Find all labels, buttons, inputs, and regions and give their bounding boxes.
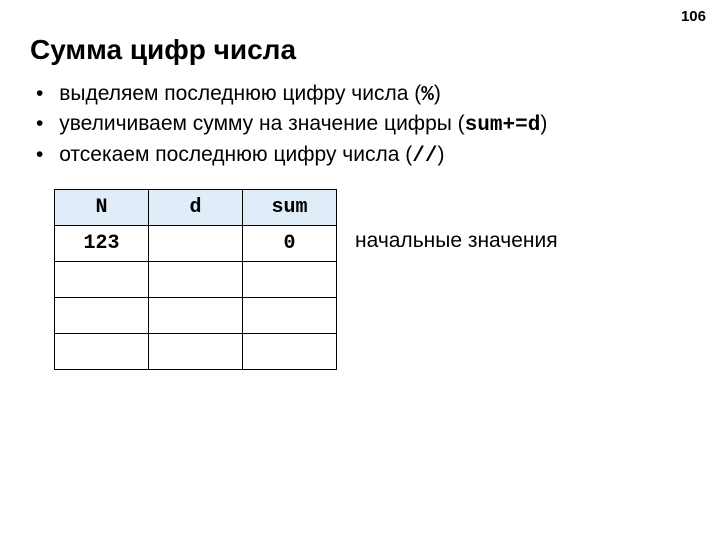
table-cell <box>243 262 337 298</box>
table-header-row: N d sum <box>55 190 337 226</box>
bullet-list: выделяем последнюю цифру числа (%) увели… <box>36 80 690 171</box>
table-cell <box>149 298 243 334</box>
table-cell <box>243 334 337 370</box>
table-row <box>55 298 337 334</box>
table-header: N <box>55 190 149 226</box>
table-cell <box>55 298 149 334</box>
slide-title: Сумма цифр числа <box>30 34 690 66</box>
bullet-item: выделяем последнюю цифру числа (%) <box>36 80 690 110</box>
page-number: 106 <box>681 8 706 25</box>
content-row: N d sum 123 0 <box>54 189 690 370</box>
table-cell <box>149 262 243 298</box>
table-header: sum <box>243 190 337 226</box>
bullet-tail: ) <box>434 82 441 105</box>
bullet-text: отсекаем последнюю цифру числа ( <box>59 143 412 166</box>
side-label: начальные значения <box>355 189 558 253</box>
table-row <box>55 262 337 298</box>
table-cell <box>149 226 243 262</box>
slide: 106 Сумма цифр числа выделяем последнюю … <box>0 0 720 540</box>
bullet-item: увеличиваем сумму на значение цифры (sum… <box>36 110 690 140</box>
table-cell <box>55 334 149 370</box>
table-row: 123 0 <box>55 226 337 262</box>
bullet-tail: ) <box>437 143 444 166</box>
table-cell <box>55 262 149 298</box>
bullet-text: выделяем последнюю цифру числа ( <box>59 82 421 105</box>
table-cell <box>149 334 243 370</box>
table-cell <box>243 298 337 334</box>
table-cell: 123 <box>55 226 149 262</box>
bullet-code: sum+=d <box>465 114 541 137</box>
bullet-text: увеличиваем сумму на значение цифры ( <box>59 112 464 135</box>
bullet-tail: ) <box>540 112 547 135</box>
bullet-code: // <box>412 145 437 168</box>
bullet-code: % <box>421 84 434 107</box>
trace-table: N d sum 123 0 <box>54 189 337 370</box>
table-row <box>55 334 337 370</box>
table-cell: 0 <box>243 226 337 262</box>
bullet-item: отсекаем последнюю цифру числа (//) <box>36 141 690 171</box>
table-header: d <box>149 190 243 226</box>
